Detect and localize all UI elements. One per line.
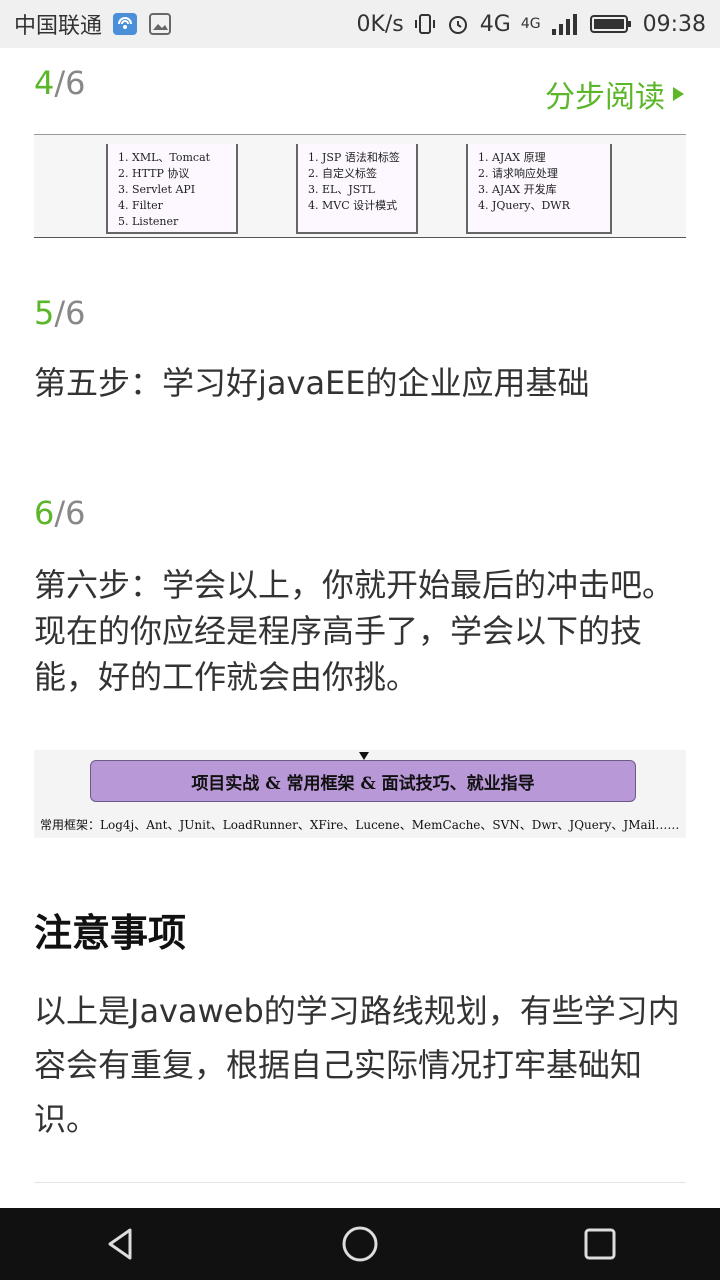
home-icon xyxy=(342,1226,378,1262)
diagram-column-3: 1. AJAX 原理 2. 请求响应处理 3. AJAX 开发库 4. JQue… xyxy=(466,144,612,234)
network-type-2: 4G xyxy=(520,16,541,32)
step-6-banner-image: 项目实战 & 常用框架 & 面试技巧、就业指导 常用框架：Log4j、Ant、J… xyxy=(34,750,686,838)
back-icon xyxy=(108,1228,132,1260)
step-counter: 4/6 xyxy=(34,64,86,102)
vibrate-icon xyxy=(414,12,436,36)
step-reading-label: 分步阅读 xyxy=(545,80,665,115)
net-speed: 0K/s xyxy=(356,11,404,37)
notice-title: 注意事项 xyxy=(34,911,187,955)
step-5-text: 第五步：学习好javaEE的企业应用基础 xyxy=(34,364,590,402)
system-nav-bar xyxy=(0,1208,720,1280)
alarm-icon xyxy=(446,12,470,36)
battery-icon xyxy=(589,12,633,36)
notice-text: 以上是Javaweb的学习路线规划，有些学习内容会有重复，根据自己实际情况打牢基… xyxy=(34,992,680,1138)
diagram-column-1: 1. XML、Tomcat 2. HTTP 协议 3. Servlet API … xyxy=(106,144,238,234)
play-icon xyxy=(673,87,684,101)
step-5-header: 5/6 xyxy=(34,294,684,344)
step-6-text: 第六步：学会以上，你就开始最后的冲击吧。现在的你应经是程序高手了，学会以下的技能… xyxy=(34,566,675,696)
image-icon xyxy=(148,12,172,36)
clock: 09:38 xyxy=(642,11,706,37)
step-6-header: 6/6 xyxy=(34,494,684,544)
network-type-1: 4G xyxy=(479,11,511,37)
step-4-header: 4/6 分步阅读 xyxy=(34,64,684,116)
home-button[interactable] xyxy=(300,1208,420,1280)
arrow-down-icon xyxy=(359,752,369,760)
divider xyxy=(34,1182,686,1183)
step-counter: 6/6 xyxy=(34,494,86,532)
step-reading-link[interactable]: 分步阅读 xyxy=(545,72,684,116)
step-4-diagram: 1. XML、Tomcat 2. HTTP 协议 3. Servlet API … xyxy=(34,134,686,238)
signal-icon xyxy=(551,12,579,36)
article-content: 4/6 分步阅读 1. XML、Tomcat 2. HTTP 协议 3. Ser… xyxy=(0,48,720,1208)
step-counter: 5/6 xyxy=(34,294,86,332)
carrier-name: 中国联通 xyxy=(14,14,103,39)
diagram-column-2: 1. JSP 语法和标签 2. 自定义标签 3. EL、JSTL 4. MVC … xyxy=(296,144,418,234)
banner-title: 项目实战 & 常用框架 & 面试技巧、就业指导 xyxy=(90,760,636,802)
recents-icon xyxy=(584,1228,616,1260)
status-bar: 中国联通 0K/s 4G 4G 09:38 xyxy=(0,0,720,48)
wifi-hotspot-icon xyxy=(112,12,138,36)
recents-button[interactable] xyxy=(540,1208,660,1280)
back-button[interactable] xyxy=(60,1208,180,1280)
framework-list: 常用框架：Log4j、Ant、JUnit、LoadRunner、XFire、Lu… xyxy=(40,818,680,832)
